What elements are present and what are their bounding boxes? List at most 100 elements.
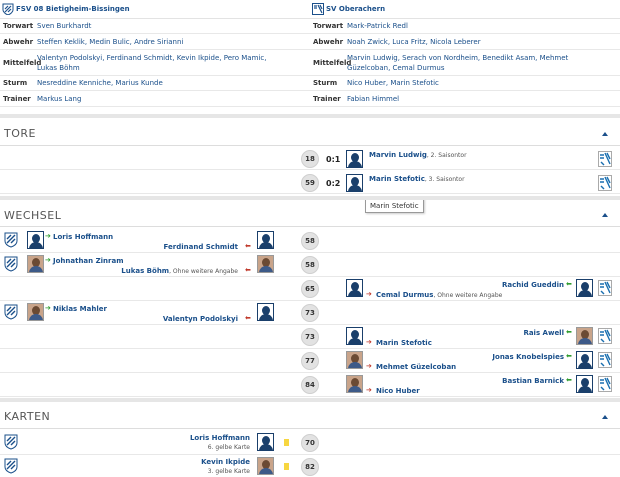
- home-crest-icon: [4, 434, 18, 450]
- card-row: Kevin Ikpide 3. gelbe Karte 82: [0, 455, 620, 477]
- lineup-row: Torwart Sven Burkhardt: [0, 19, 310, 34]
- section-title-subs: WECHSEL: [4, 209, 62, 222]
- home-team-header: FSV 08 Bietigheim-Bissingen: [0, 0, 310, 19]
- sub-row: ➔ Johnathan Zinram Lukas Böhm, Ohne weit…: [0, 253, 620, 277]
- sub-in-arrow-icon: ⬅: [566, 280, 572, 288]
- player-avatar[interactable]: [576, 375, 593, 393]
- sub-in-arrow-icon: ➔: [45, 256, 51, 264]
- section-title-cards: KARTEN: [4, 410, 51, 423]
- away-lineup: SV Oberachern Torwart Mark-Patrick Redl A…: [310, 0, 620, 107]
- sub-in-player[interactable]: Johnathan Zinram: [53, 257, 124, 265]
- player-photo[interactable]: [257, 457, 274, 475]
- sub-minute-badge: 77: [301, 352, 319, 370]
- away-crest-icon: [598, 376, 612, 392]
- player-avatar[interactable]: [576, 279, 593, 297]
- sub-out-arrow-icon: ⬅: [245, 242, 251, 250]
- goal-minute-badge: 59: [301, 174, 319, 192]
- player-photo[interactable]: [346, 375, 363, 393]
- card-player[interactable]: Kevin Ikpide: [201, 458, 250, 466]
- sub-in-player[interactable]: Rachid Gueddin: [502, 281, 564, 289]
- sub-out-player[interactable]: Nico Huber: [376, 387, 420, 395]
- player-avatar[interactable]: [346, 279, 363, 297]
- sub-out-player[interactable]: Lukas Böhm, Ohne weitere Angabe: [121, 267, 238, 275]
- section-line: [0, 145, 620, 146]
- sub-row: 73 ➔ Marin Stefotic Rais Awell ⬅: [0, 325, 620, 349]
- goal-score: 0:1: [326, 155, 341, 164]
- section-line: [0, 428, 620, 429]
- home-team-name[interactable]: FSV 08 Bietigheim-Bissingen: [16, 5, 130, 13]
- away-crest-icon: [598, 328, 612, 344]
- collapse-subs-icon[interactable]: [602, 213, 608, 217]
- away-team-name[interactable]: SV Oberachern: [326, 5, 385, 13]
- lineup-row: Abwehr Steffen Keklik, Medin Bulic, Andre…: [0, 34, 310, 50]
- sub-in-arrow-icon: ⬅: [566, 352, 572, 360]
- home-crest-icon: [4, 458, 18, 474]
- card-player[interactable]: Loris Hoffmann: [190, 434, 250, 442]
- sub-in-player[interactable]: Bastian Barnick: [502, 377, 564, 385]
- yellow-card-icon: [284, 463, 289, 470]
- lineup-row: Sturm Nico Huber, Marin Stefotic: [310, 76, 620, 91]
- player-photo[interactable]: [27, 255, 44, 273]
- goal-scorer[interactable]: Marin Stefotic, 3. Saisontor: [369, 175, 465, 183]
- sub-minute-badge: 73: [301, 328, 319, 346]
- sub-in-arrow-icon: ➔: [45, 304, 51, 312]
- section-divider: [0, 114, 620, 118]
- lineup-table: FSV 08 Bietigheim-Bissingen Torwart Sven …: [0, 0, 620, 112]
- sub-minute-badge: 73: [301, 304, 319, 322]
- player-avatar[interactable]: [257, 303, 274, 321]
- collapse-goals-icon[interactable]: [602, 132, 608, 136]
- player-photo[interactable]: [27, 303, 44, 321]
- away-crest-icon: [598, 352, 612, 368]
- sub-out-player[interactable]: Marin Stefotic: [376, 339, 432, 347]
- lineup-row: Mittelfeld Valentyn Podolskyi, Ferdinand …: [0, 50, 310, 76]
- player-avatar[interactable]: [346, 174, 363, 192]
- home-crest-icon: [4, 256, 18, 272]
- sub-out-arrow-icon: ➔: [366, 338, 372, 346]
- sub-out-arrow-icon: ➔: [366, 362, 372, 370]
- goal-score: 0:2: [326, 179, 341, 188]
- player-avatar[interactable]: [27, 231, 44, 249]
- player-avatar[interactable]: [257, 433, 274, 451]
- lineup-row: Trainer Fabian Himmel: [310, 91, 620, 107]
- sub-minute-badge: 58: [301, 232, 319, 250]
- sub-out-arrow-icon: ⬅: [245, 314, 251, 322]
- sub-in-player[interactable]: Jonas Knobelspies: [492, 353, 564, 361]
- lineup-row: Torwart Mark-Patrick Redl: [310, 19, 620, 34]
- sub-row: ➔ Loris Hoffmann Ferdinand Schmidt ⬅ 58: [0, 229, 620, 253]
- sub-out-arrow-icon: ⬅: [245, 266, 251, 274]
- sub-in-player[interactable]: Rais Awell: [523, 329, 564, 337]
- player-photo[interactable]: [257, 255, 274, 273]
- sub-out-player[interactable]: Valentyn Podolskyi: [163, 315, 238, 323]
- sub-out-player[interactable]: Mehmet Güzelcoban: [376, 363, 456, 371]
- sub-minute-badge: 58: [301, 256, 319, 274]
- sub-in-arrow-icon: ⬅: [566, 376, 572, 384]
- player-tooltip: Marin Stefotic: [365, 198, 424, 213]
- sub-minute-badge: 84: [301, 376, 319, 394]
- home-crest-icon: [2, 3, 14, 15]
- player-avatar[interactable]: [346, 327, 363, 345]
- lineup-row: Abwehr Noah Zwick, Luca Fritz, Nicola Leb…: [310, 34, 620, 50]
- card-note: 6. gelbe Karte: [207, 444, 250, 451]
- away-crest-icon: [598, 280, 612, 296]
- collapse-cards-icon[interactable]: [602, 415, 608, 419]
- sub-in-player[interactable]: Niklas Mahler: [53, 305, 107, 313]
- sub-row: 65 ➔ Cemal Durmus, Ohne weitere Angabe R…: [0, 277, 620, 301]
- home-crest-icon: [4, 304, 18, 320]
- player-avatar[interactable]: [257, 231, 274, 249]
- player-photo[interactable]: [346, 351, 363, 369]
- player-photo[interactable]: [576, 327, 593, 345]
- sub-in-player[interactable]: Loris Hoffmann: [53, 233, 113, 241]
- section-divider: [0, 398, 620, 402]
- player-avatar[interactable]: [346, 150, 363, 168]
- sub-row: 77 ➔ Mehmet Güzelcoban Jonas Knobelspies…: [0, 349, 620, 373]
- sub-out-player[interactable]: Ferdinand Schmidt: [164, 243, 238, 251]
- goal-scorer[interactable]: Marvin Ludwig, 2. Saisontor: [369, 151, 467, 159]
- away-crest-icon: [312, 3, 324, 15]
- sub-row: 84 ➔ Nico Huber Bastian Barnick ⬅: [0, 373, 620, 397]
- player-avatar[interactable]: [576, 351, 593, 369]
- sub-out-player[interactable]: Cemal Durmus, Ohne weitere Angabe: [376, 291, 502, 299]
- sub-in-arrow-icon: ⬅: [566, 328, 572, 336]
- card-note: 3. gelbe Karte: [207, 468, 250, 475]
- lineup-row: Trainer Markus Lang: [0, 91, 310, 107]
- section-title-goals: TORE: [4, 127, 36, 140]
